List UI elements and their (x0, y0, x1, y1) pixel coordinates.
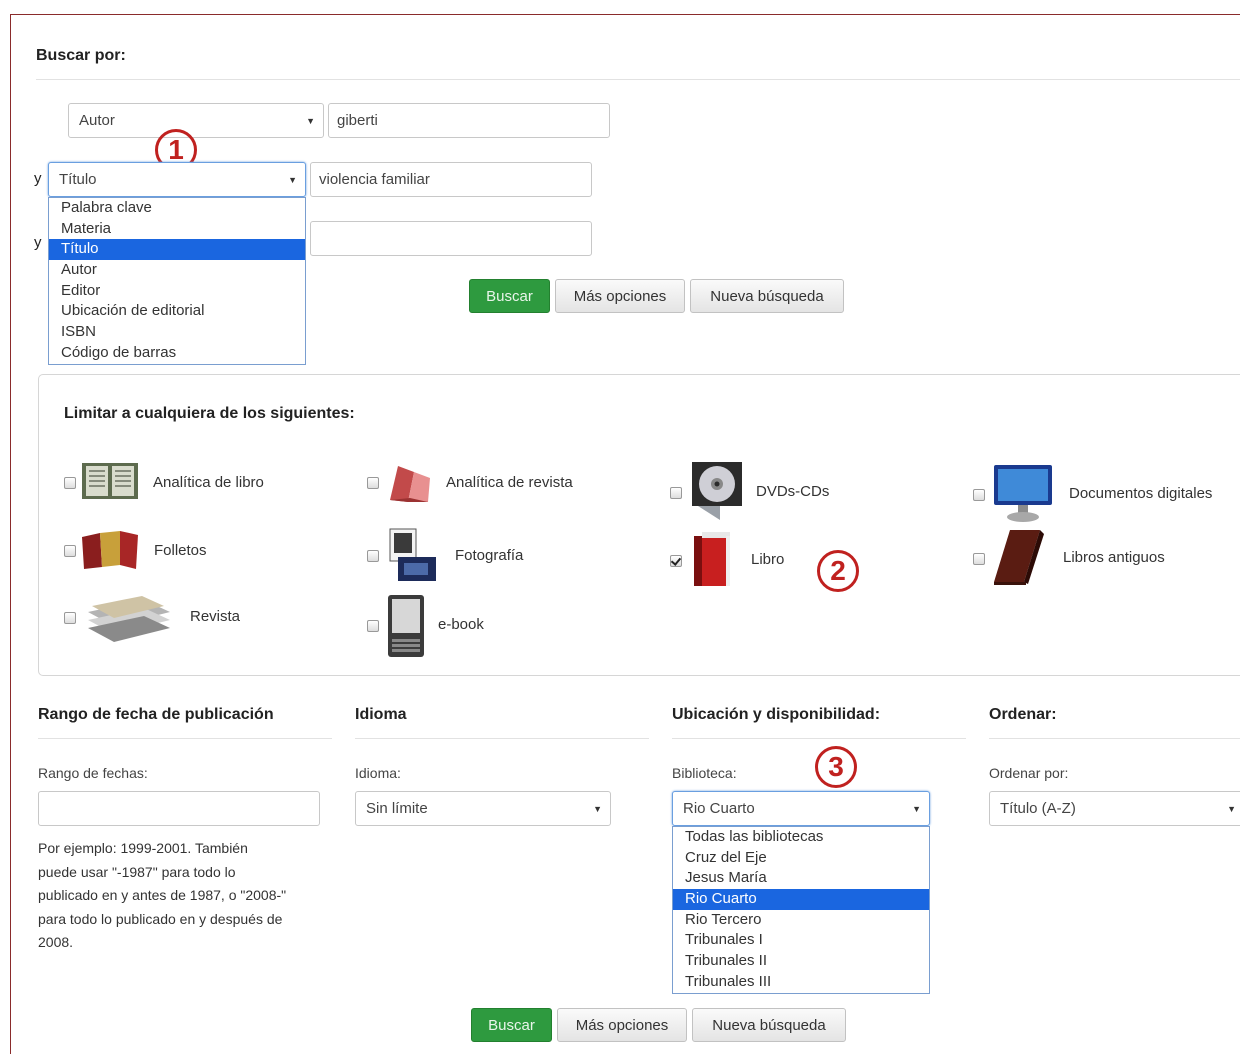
field-option[interactable]: Materia (49, 219, 305, 240)
divider (672, 738, 966, 739)
sort-select-value: Título (A-Z) (1000, 800, 1076, 817)
limit-label: Libros antiguos (1063, 549, 1165, 566)
dropdown-arrow-icon: ▼ (912, 803, 921, 814)
conjunction-label-2: y (34, 170, 42, 187)
old-book-icon (990, 528, 1048, 591)
callout-marker-3: 3 (815, 746, 857, 788)
limit-checkbox[interactable] (367, 477, 379, 489)
limit-label: Folletos (154, 542, 207, 559)
open-book-icon (80, 460, 140, 507)
limit-checkbox[interactable] (670, 555, 682, 567)
date-range-input[interactable] (38, 791, 320, 826)
dropdown-arrow-icon: ▼ (593, 803, 602, 814)
language-select[interactable]: Sin límite ▼ (355, 791, 611, 826)
divider (38, 738, 332, 739)
dropdown-arrow-icon: ▼ (1227, 803, 1236, 814)
limit-checkbox[interactable] (64, 477, 76, 489)
limit-label: Documentos digitales (1069, 485, 1213, 502)
more-options-button[interactable]: Más opciones (555, 279, 685, 313)
language-heading: Idioma (355, 706, 407, 723)
dropdown-arrow-icon: ▼ (306, 115, 315, 126)
limit-label: e-book (438, 616, 484, 633)
field-select-2-value: Título (59, 171, 97, 188)
search-heading: Buscar por: (36, 47, 126, 64)
search-term-input-2[interactable]: violencia familiar (310, 162, 592, 197)
help-line: 2008. (38, 934, 74, 950)
divider (989, 738, 1240, 739)
limits-heading: Limitar a cualquiera de los siguientes: (64, 405, 355, 422)
brochure-icon (80, 529, 140, 576)
search-term-input-1[interactable]: giberti (328, 103, 610, 138)
sort-heading: Ordenar: (989, 706, 1057, 723)
field-option[interactable]: Autor (49, 260, 305, 281)
library-label: Biblioteca: (672, 765, 737, 781)
disc-icon (690, 460, 744, 527)
book-icon (690, 530, 734, 593)
callout-marker-2: 2 (817, 550, 859, 592)
divider (355, 738, 649, 739)
language-label: Idioma: (355, 765, 401, 781)
limit-label: Analítica de revista (446, 474, 573, 491)
field-dropdown-list[interactable]: Palabra clave Materia Título Autor Editor Ubi… (48, 197, 306, 365)
search-button[interactable]: Buscar (469, 279, 550, 313)
new-search-button[interactable]: Nueva búsqueda (690, 279, 844, 313)
field-option[interactable]: Ubicación de editorial (49, 301, 305, 322)
search-term-input-3[interactable] (310, 221, 592, 256)
photo-icon (384, 527, 438, 590)
magazine-icon (384, 462, 434, 509)
limit-checkbox[interactable] (973, 489, 985, 501)
divider (36, 79, 1240, 80)
sort-label: Ordenar por: (989, 765, 1069, 781)
library-option[interactable]: Rio Tercero (673, 910, 929, 931)
dropdown-arrow-icon: ▼ (288, 174, 297, 185)
field-option[interactable]: Palabra clave (49, 198, 305, 219)
library-option[interactable]: Tribunales I (673, 930, 929, 951)
ereader-icon (384, 593, 428, 664)
field-select-1[interactable]: Autor ▼ (68, 103, 324, 138)
limit-checkbox[interactable] (670, 487, 682, 499)
field-option[interactable]: Título (49, 239, 305, 261)
conjunction-label-3: y (34, 234, 42, 251)
limit-checkbox[interactable] (973, 553, 985, 565)
limit-label: Analítica de libro (153, 474, 264, 491)
new-search-button-bottom[interactable]: Nueva búsqueda (692, 1008, 846, 1042)
library-select[interactable]: Rio Cuarto ▼ (672, 791, 930, 826)
language-select-value: Sin límite (366, 800, 428, 817)
field-option[interactable]: Editor (49, 281, 305, 302)
limit-checkbox[interactable] (64, 612, 76, 624)
limit-checkbox[interactable] (367, 620, 379, 632)
more-options-button-bottom[interactable]: Más opciones (557, 1008, 687, 1042)
limit-checkbox[interactable] (64, 545, 76, 557)
limit-label: Revista (190, 608, 241, 625)
field-option[interactable]: ISBN (49, 322, 305, 343)
limit-label: Fotografía (455, 547, 524, 564)
limit-label: Libro (751, 551, 785, 568)
limit-checkbox[interactable] (367, 550, 379, 562)
help-line: Por ejemplo: 1999-2001. También (38, 840, 248, 856)
search-button-bottom[interactable]: Buscar (471, 1008, 552, 1042)
library-option[interactable]: Jesus María (673, 868, 929, 889)
library-select-value: Rio Cuarto (683, 800, 755, 817)
field-select-1-value: Autor (79, 112, 115, 129)
field-select-2[interactable]: Título ▼ (48, 162, 306, 197)
date-help-text: Por ejemplo: 1999-2001. También puede us… (38, 837, 286, 955)
library-option[interactable]: Todas las bibliotecas (673, 827, 929, 848)
library-option[interactable]: Tribunales III (673, 972, 929, 993)
library-option[interactable]: Cruz del Eje (673, 848, 929, 869)
monitor-icon (992, 463, 1054, 530)
limit-label: DVDs-CDs (756, 483, 830, 500)
field-option[interactable]: Código de barras (49, 343, 305, 364)
date-range-label: Rango de fechas: (38, 765, 148, 781)
help-line: publicado en y antes de 1987, o "2008-" (38, 887, 287, 903)
magazine-stack-icon (84, 592, 174, 649)
date-range-heading: Rango de fecha de publicación (38, 706, 274, 723)
help-line: para todo lo publicado en y después de (38, 910, 283, 927)
library-option[interactable]: Tribunales II (673, 951, 929, 972)
library-option[interactable]: Rio Cuarto (673, 889, 929, 910)
sort-select[interactable]: Título (A-Z) ▼ (989, 791, 1240, 826)
library-dropdown-list[interactable]: Todas las bibliotecas Cruz del Eje Jesus M… (672, 826, 930, 994)
help-line: puede usar "-1987" para todo lo (38, 863, 236, 880)
location-heading: Ubicación y disponibilidad: (672, 706, 881, 723)
